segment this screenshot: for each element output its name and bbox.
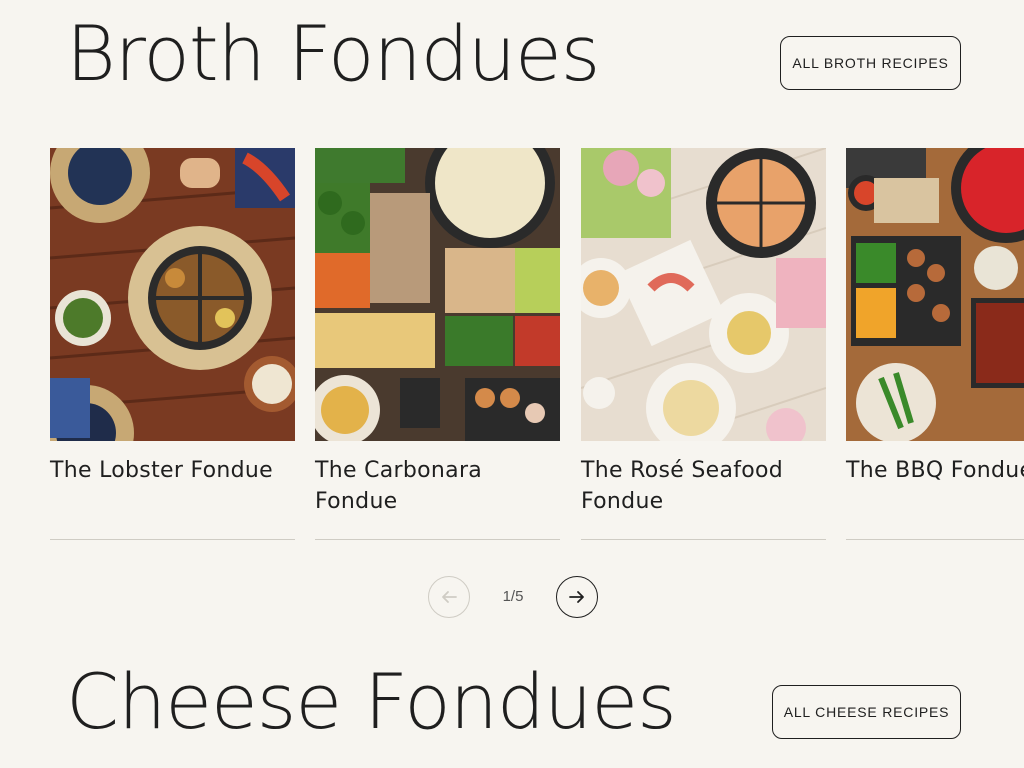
recipe-title[interactable]: The Carbonara Fondue bbox=[315, 455, 560, 517]
card-divider bbox=[50, 539, 295, 540]
carousel-page-indicator: 1/5 bbox=[502, 588, 524, 605]
recipe-title[interactable]: The BBQ Fondue 2.0 bbox=[846, 455, 1024, 517]
all-broth-recipes-button[interactable]: ALL BROTH RECIPES bbox=[780, 36, 961, 90]
recipe-card-carbonara[interactable]: The Carbonara Fondue bbox=[315, 148, 560, 540]
cheese-section-title: Cheese Fondues bbox=[66, 657, 677, 746]
card-divider bbox=[315, 539, 560, 540]
arrow-right-icon bbox=[569, 591, 584, 603]
bbq-fondue-image[interactable] bbox=[846, 148, 1024, 441]
recipe-title[interactable]: The Rosé Seafood Fondue bbox=[581, 455, 826, 517]
arrow-left-icon bbox=[442, 591, 457, 603]
recipe-card-bbq[interactable]: The BBQ Fondue 2.0 bbox=[846, 148, 1024, 540]
card-divider bbox=[846, 539, 1024, 540]
all-cheese-recipes-button[interactable]: ALL CHEESE RECIPES bbox=[772, 685, 961, 739]
rose-seafood-fondue-image[interactable] bbox=[581, 148, 826, 441]
carousel-prev-button[interactable] bbox=[428, 576, 470, 618]
card-divider bbox=[581, 539, 826, 540]
carousel-next-button[interactable] bbox=[556, 576, 598, 618]
carbonara-fondue-image[interactable] bbox=[315, 148, 560, 441]
page: Broth Fondues ALL BROTH RECIPES The Lobs… bbox=[0, 0, 1024, 768]
recipe-card-lobster[interactable]: The Lobster Fondue bbox=[50, 148, 295, 540]
recipe-title[interactable]: The Lobster Fondue bbox=[50, 455, 295, 517]
lobster-fondue-image[interactable] bbox=[50, 148, 295, 441]
recipe-card-rose-seafood[interactable]: The Rosé Seafood Fondue bbox=[581, 148, 826, 540]
broth-section-title: Broth Fondues bbox=[66, 9, 600, 98]
